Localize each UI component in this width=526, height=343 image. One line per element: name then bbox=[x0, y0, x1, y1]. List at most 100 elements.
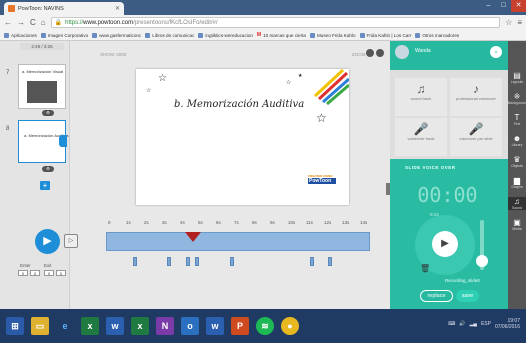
slide-thumbnail-selected[interactable]: a. Memorización Auditiva bbox=[18, 120, 68, 163]
playhead-marker[interactable] bbox=[185, 232, 201, 242]
timeline-tick-label: 5s bbox=[198, 220, 203, 225]
close-tab-icon[interactable]: ✕ bbox=[115, 5, 120, 12]
chrome-icon[interactable]: ● bbox=[281, 317, 299, 335]
timeline-element-marker[interactable] bbox=[167, 257, 171, 266]
bookmark-item[interactable]: Museo Frida Kahlo bbox=[309, 32, 356, 38]
network-icon[interactable]: ▂▄ bbox=[470, 321, 477, 327]
url-field[interactable]: 🔒 https://www.powtoon.com/presentoons/fK… bbox=[50, 17, 501, 28]
enter-stepper[interactable]: 0 bbox=[18, 270, 28, 276]
objects-icon: ♛ bbox=[513, 155, 521, 164]
back-icon[interactable]: ← bbox=[4, 18, 12, 27]
volume-icon[interactable]: 🔊 bbox=[459, 321, 465, 327]
timeline-element-marker[interactable] bbox=[133, 257, 137, 266]
bookmark-item[interactable]: M 10 marcas que cierta bbox=[257, 32, 306, 38]
exit-stepper[interactable]: 0 bbox=[56, 270, 66, 276]
excel-icon[interactable]: x bbox=[131, 317, 149, 335]
star-icon[interactable]: ☆ bbox=[316, 111, 327, 125]
slide-thumbnail[interactable]: a. Memorización Visual bbox=[18, 64, 66, 109]
maximize-icon[interactable]: □ bbox=[496, 0, 511, 12]
word-icon[interactable]: w bbox=[106, 317, 124, 335]
add-slide-button[interactable]: + bbox=[40, 181, 50, 190]
timeline-track[interactable] bbox=[106, 232, 370, 251]
timeline-element-marker[interactable] bbox=[230, 257, 234, 266]
powerpoint-icon[interactable]: P bbox=[231, 317, 249, 335]
objects-tool[interactable]: ♛ Objects bbox=[508, 155, 526, 168]
volume-slider-knob[interactable] bbox=[476, 255, 488, 267]
slide-expand-icon[interactable] bbox=[59, 135, 67, 147]
reload-icon[interactable]: C bbox=[30, 18, 36, 27]
graphs-tool[interactable]: ▆ Graphs bbox=[508, 176, 526, 189]
keyboard-icon[interactable]: ⌨ bbox=[448, 321, 455, 327]
zoom-out-icon[interactable] bbox=[366, 49, 374, 57]
sound-tool[interactable]: ♫ Sound bbox=[508, 197, 526, 210]
bookmark-label: Otros marcadores bbox=[422, 32, 460, 38]
bookmark-item[interactable]: Libros de comunicac bbox=[145, 32, 194, 38]
star-icon[interactable]: ★ bbox=[298, 73, 302, 79]
layouts-tool[interactable]: ▤ Layouts bbox=[508, 71, 526, 84]
bookmark-item[interactable]: Otros marcadores bbox=[415, 32, 460, 38]
slide-settings-icon[interactable]: ⚙ bbox=[42, 110, 54, 116]
option-label: voiceover track bbox=[407, 136, 435, 141]
bookmark-item[interactable]: www.gasfermaticonc bbox=[92, 32, 141, 38]
tool-label: Objects bbox=[511, 164, 523, 168]
slide-canvas[interactable]: b. Memorización Auditiva ☆ ☆ ☆ ★ ☆ CREAT… bbox=[136, 69, 349, 205]
color-pencils-icon[interactable] bbox=[311, 69, 349, 105]
star-icon[interactable]: ☆ bbox=[286, 79, 291, 86]
save-button[interactable]: save bbox=[456, 290, 479, 302]
voiceover-per-slide-option[interactable]: 🎤 voiceover per slide bbox=[450, 118, 502, 156]
slide-title[interactable]: b. Memorización Auditiva bbox=[174, 99, 324, 110]
internet-explorer-icon[interactable]: e bbox=[56, 317, 74, 335]
enter-stepper[interactable]: 0 bbox=[30, 270, 40, 276]
browser-tab[interactable]: PowToon: NAVINS ✕ bbox=[4, 2, 124, 15]
text-tool[interactable]: T Text bbox=[508, 113, 526, 126]
chevron-down-icon[interactable]: ⌄ bbox=[490, 46, 502, 58]
trash-icon[interactable]: 🗑 bbox=[420, 264, 430, 273]
graphs-icon: ▆ bbox=[513, 176, 521, 185]
bookmark-item[interactable]: Frida Kahlo | Los Carr bbox=[359, 32, 412, 38]
menu-icon[interactable]: ≡ bbox=[517, 18, 522, 27]
star-icon[interactable]: ☆ bbox=[146, 87, 151, 94]
start-icon[interactable]: ⊞ bbox=[6, 317, 24, 335]
page-icon bbox=[40, 32, 46, 38]
close-window-icon[interactable]: ✕ bbox=[511, 0, 526, 12]
bookmark-item[interactable]: Aplicaciones bbox=[4, 32, 37, 38]
play-slide-button[interactable]: ▷ bbox=[64, 234, 78, 248]
slide-settings-icon[interactable]: ⚙ bbox=[42, 166, 54, 172]
play-recording-icon[interactable]: ▶ bbox=[432, 231, 458, 257]
forward-icon[interactable]: → bbox=[17, 18, 25, 27]
slide-caption: a. Memorización Visual bbox=[22, 69, 64, 74]
timeline-element-marker[interactable] bbox=[310, 257, 314, 266]
media-tool[interactable]: ▣ Media bbox=[508, 218, 526, 231]
file-explorer-icon[interactable]: ▭ bbox=[31, 317, 49, 335]
timeline-element-marker[interactable] bbox=[195, 257, 199, 266]
backgrounds-tool[interactable]: ⁜Backgrounds bbox=[508, 92, 526, 105]
word-icon[interactable]: w bbox=[206, 317, 224, 335]
play-button[interactable]: ▶ bbox=[35, 229, 60, 254]
voiceover-track-option[interactable]: 🎤 voiceover track bbox=[395, 118, 447, 156]
sound-track-option[interactable]: ♫ sound track bbox=[395, 78, 447, 116]
star-icon[interactable]: ☆ bbox=[158, 73, 167, 84]
spotify-icon[interactable]: ≋ bbox=[256, 317, 274, 335]
avatar[interactable] bbox=[395, 45, 409, 59]
onenote-icon[interactable]: N bbox=[156, 317, 174, 335]
user-name: Wanda bbox=[415, 48, 431, 54]
minimize-icon[interactable]: – bbox=[481, 0, 496, 12]
clock[interactable]: 19:07 07/06/2016 bbox=[495, 318, 520, 330]
exit-stepper[interactable]: 0 bbox=[44, 270, 54, 276]
bookmark-item[interactable]: Imagen Corporativo bbox=[40, 32, 88, 38]
replace-button[interactable]: replace bbox=[420, 290, 453, 302]
bookmark-label: Frida Kahlo | Los Carr bbox=[366, 32, 412, 38]
professional-voiceover-option[interactable]: ♪ professional voiceover bbox=[450, 78, 502, 116]
bookmark-label: Museo Frida Kahlo bbox=[316, 32, 356, 38]
zoom-in-icon[interactable] bbox=[376, 49, 384, 57]
library-tool[interactable]: ☻ Library bbox=[508, 134, 526, 147]
powtoon-logo: CREATED USING PowToon bbox=[308, 174, 336, 188]
star-icon[interactable]: ☆ bbox=[505, 18, 512, 27]
timeline-element-marker[interactable] bbox=[328, 257, 332, 266]
timeline-element-marker[interactable] bbox=[186, 257, 190, 266]
home-icon[interactable]: ⌂ bbox=[41, 18, 46, 27]
language-indicator[interactable]: ESP bbox=[481, 321, 491, 327]
outlook-icon[interactable]: o bbox=[181, 317, 199, 335]
excel-icon[interactable]: x bbox=[81, 317, 99, 335]
bookmark-item[interactable]: ingtiktics-wereducacion bbox=[198, 32, 253, 38]
